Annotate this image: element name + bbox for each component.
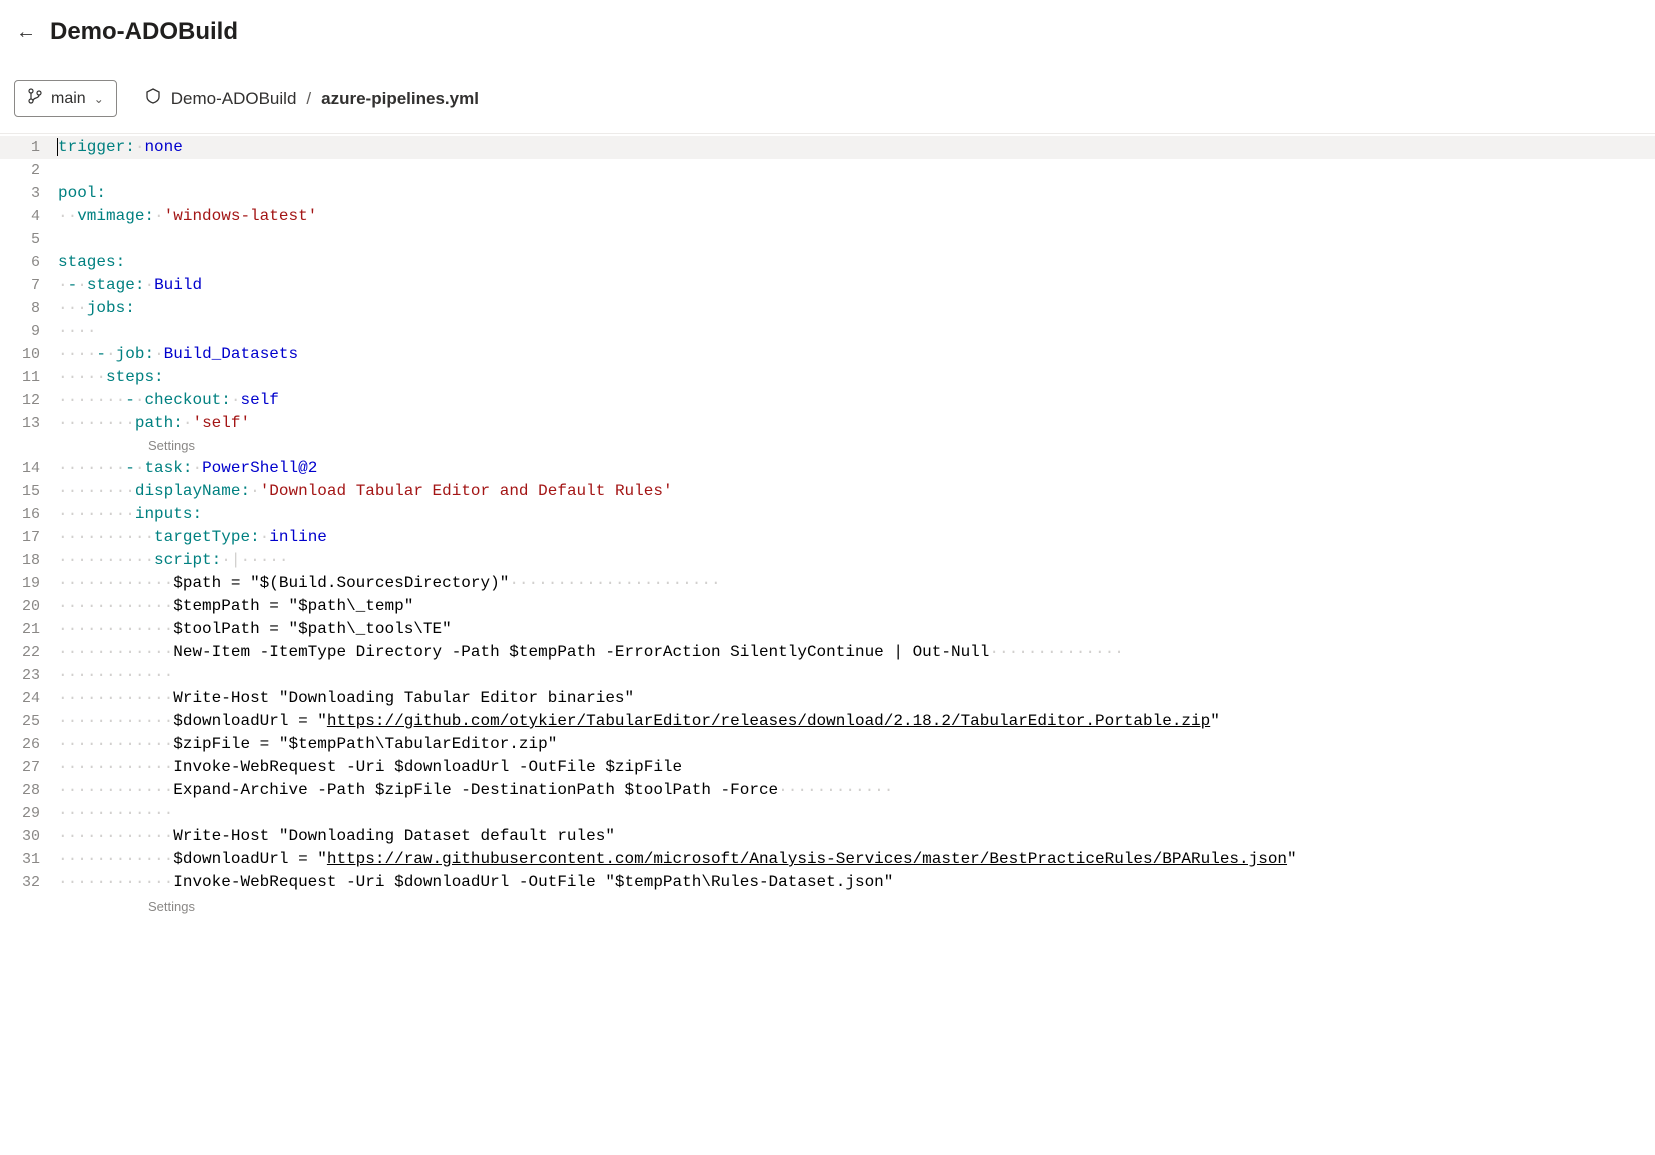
page-header: ← Demo-ADOBuild <box>0 0 1655 68</box>
code-line[interactable]: 6stages: <box>0 251 1655 274</box>
breadcrumb-repo[interactable]: Demo-ADOBuild <box>171 89 297 109</box>
code-line[interactable]: 29············ <box>0 802 1655 825</box>
breadcrumb-file: azure-pipelines.yml <box>321 89 479 109</box>
code-line[interactable]: 12·······-·checkout:·self <box>0 389 1655 412</box>
code-line[interactable]: 13········path:·'self' <box>0 412 1655 435</box>
code-line[interactable]: 10····-·job:·Build_Datasets <box>0 343 1655 366</box>
code-line[interactable]: 17··········targetType:·inline <box>0 526 1655 549</box>
line-number: 1 <box>0 136 58 159</box>
repo-icon <box>145 88 161 109</box>
back-arrow-icon[interactable]: ← <box>16 21 36 44</box>
page-title: Demo-ADOBuild <box>50 18 238 46</box>
codelens-settings[interactable]: Settings <box>0 894 1655 918</box>
code-editor[interactable]: 1 trigger:·none 2 3pool: 4··vmimage:·'wi… <box>0 134 1655 918</box>
code-line[interactable]: 30············Write-Host "Downloading Da… <box>0 825 1655 848</box>
code-line[interactable]: 8···jobs: <box>0 297 1655 320</box>
code-line[interactable]: 9···· <box>0 320 1655 343</box>
code-line[interactable]: 21············$toolPath = "$path\_tools\… <box>0 618 1655 641</box>
code-line[interactable]: 28············Expand-Archive -Path $zipF… <box>0 779 1655 802</box>
code-line[interactable]: 3pool: <box>0 182 1655 205</box>
code-line[interactable]: 14·······-·task:·PowerShell@2 <box>0 457 1655 480</box>
branch-selector[interactable]: main ⌄ <box>14 80 117 117</box>
code-line[interactable]: 16········inputs: <box>0 503 1655 526</box>
code-line[interactable]: 27············Invoke-WebRequest -Uri $do… <box>0 756 1655 779</box>
code-line[interactable]: 23············ <box>0 664 1655 687</box>
breadcrumb-separator: / <box>306 89 311 109</box>
code-line[interactable]: 25············$downloadUrl = "https://gi… <box>0 710 1655 733</box>
code-line[interactable]: 24············Write-Host "Downloading Ta… <box>0 687 1655 710</box>
code-line[interactable]: 31············$downloadUrl = "https://ra… <box>0 848 1655 871</box>
code-line[interactable]: 26············$zipFile = "$tempPath\Tabu… <box>0 733 1655 756</box>
code-line[interactable]: 2 <box>0 159 1655 182</box>
code-line[interactable]: 1 trigger:·none <box>0 136 1655 159</box>
branch-icon <box>27 88 43 109</box>
code-line[interactable]: 22············New-Item -ItemType Directo… <box>0 641 1655 664</box>
toolbar: main ⌄ Demo-ADOBuild / azure-pipelines.y… <box>0 68 1655 134</box>
codelens-settings[interactable]: Settings <box>0 435 1655 457</box>
code-line[interactable]: 15········displayName:·'Download Tabular… <box>0 480 1655 503</box>
branch-name: main <box>51 90 86 108</box>
code-line[interactable]: 20············$tempPath = "$path\_temp" <box>0 595 1655 618</box>
code-line[interactable]: 32············Invoke-WebRequest -Uri $do… <box>0 871 1655 894</box>
code-line[interactable]: 18··········script:·|····· <box>0 549 1655 572</box>
code-line[interactable]: 7·-·stage:·Build <box>0 274 1655 297</box>
code-line[interactable]: 11·····steps: <box>0 366 1655 389</box>
chevron-down-icon: ⌄ <box>94 92 104 106</box>
code-line[interactable]: 19············$path = "$(Build.SourcesDi… <box>0 572 1655 595</box>
code-line[interactable]: 4··vmimage:·'windows-latest' <box>0 205 1655 228</box>
code-line[interactable]: 5 <box>0 228 1655 251</box>
breadcrumb: Demo-ADOBuild / azure-pipelines.yml <box>145 88 479 109</box>
